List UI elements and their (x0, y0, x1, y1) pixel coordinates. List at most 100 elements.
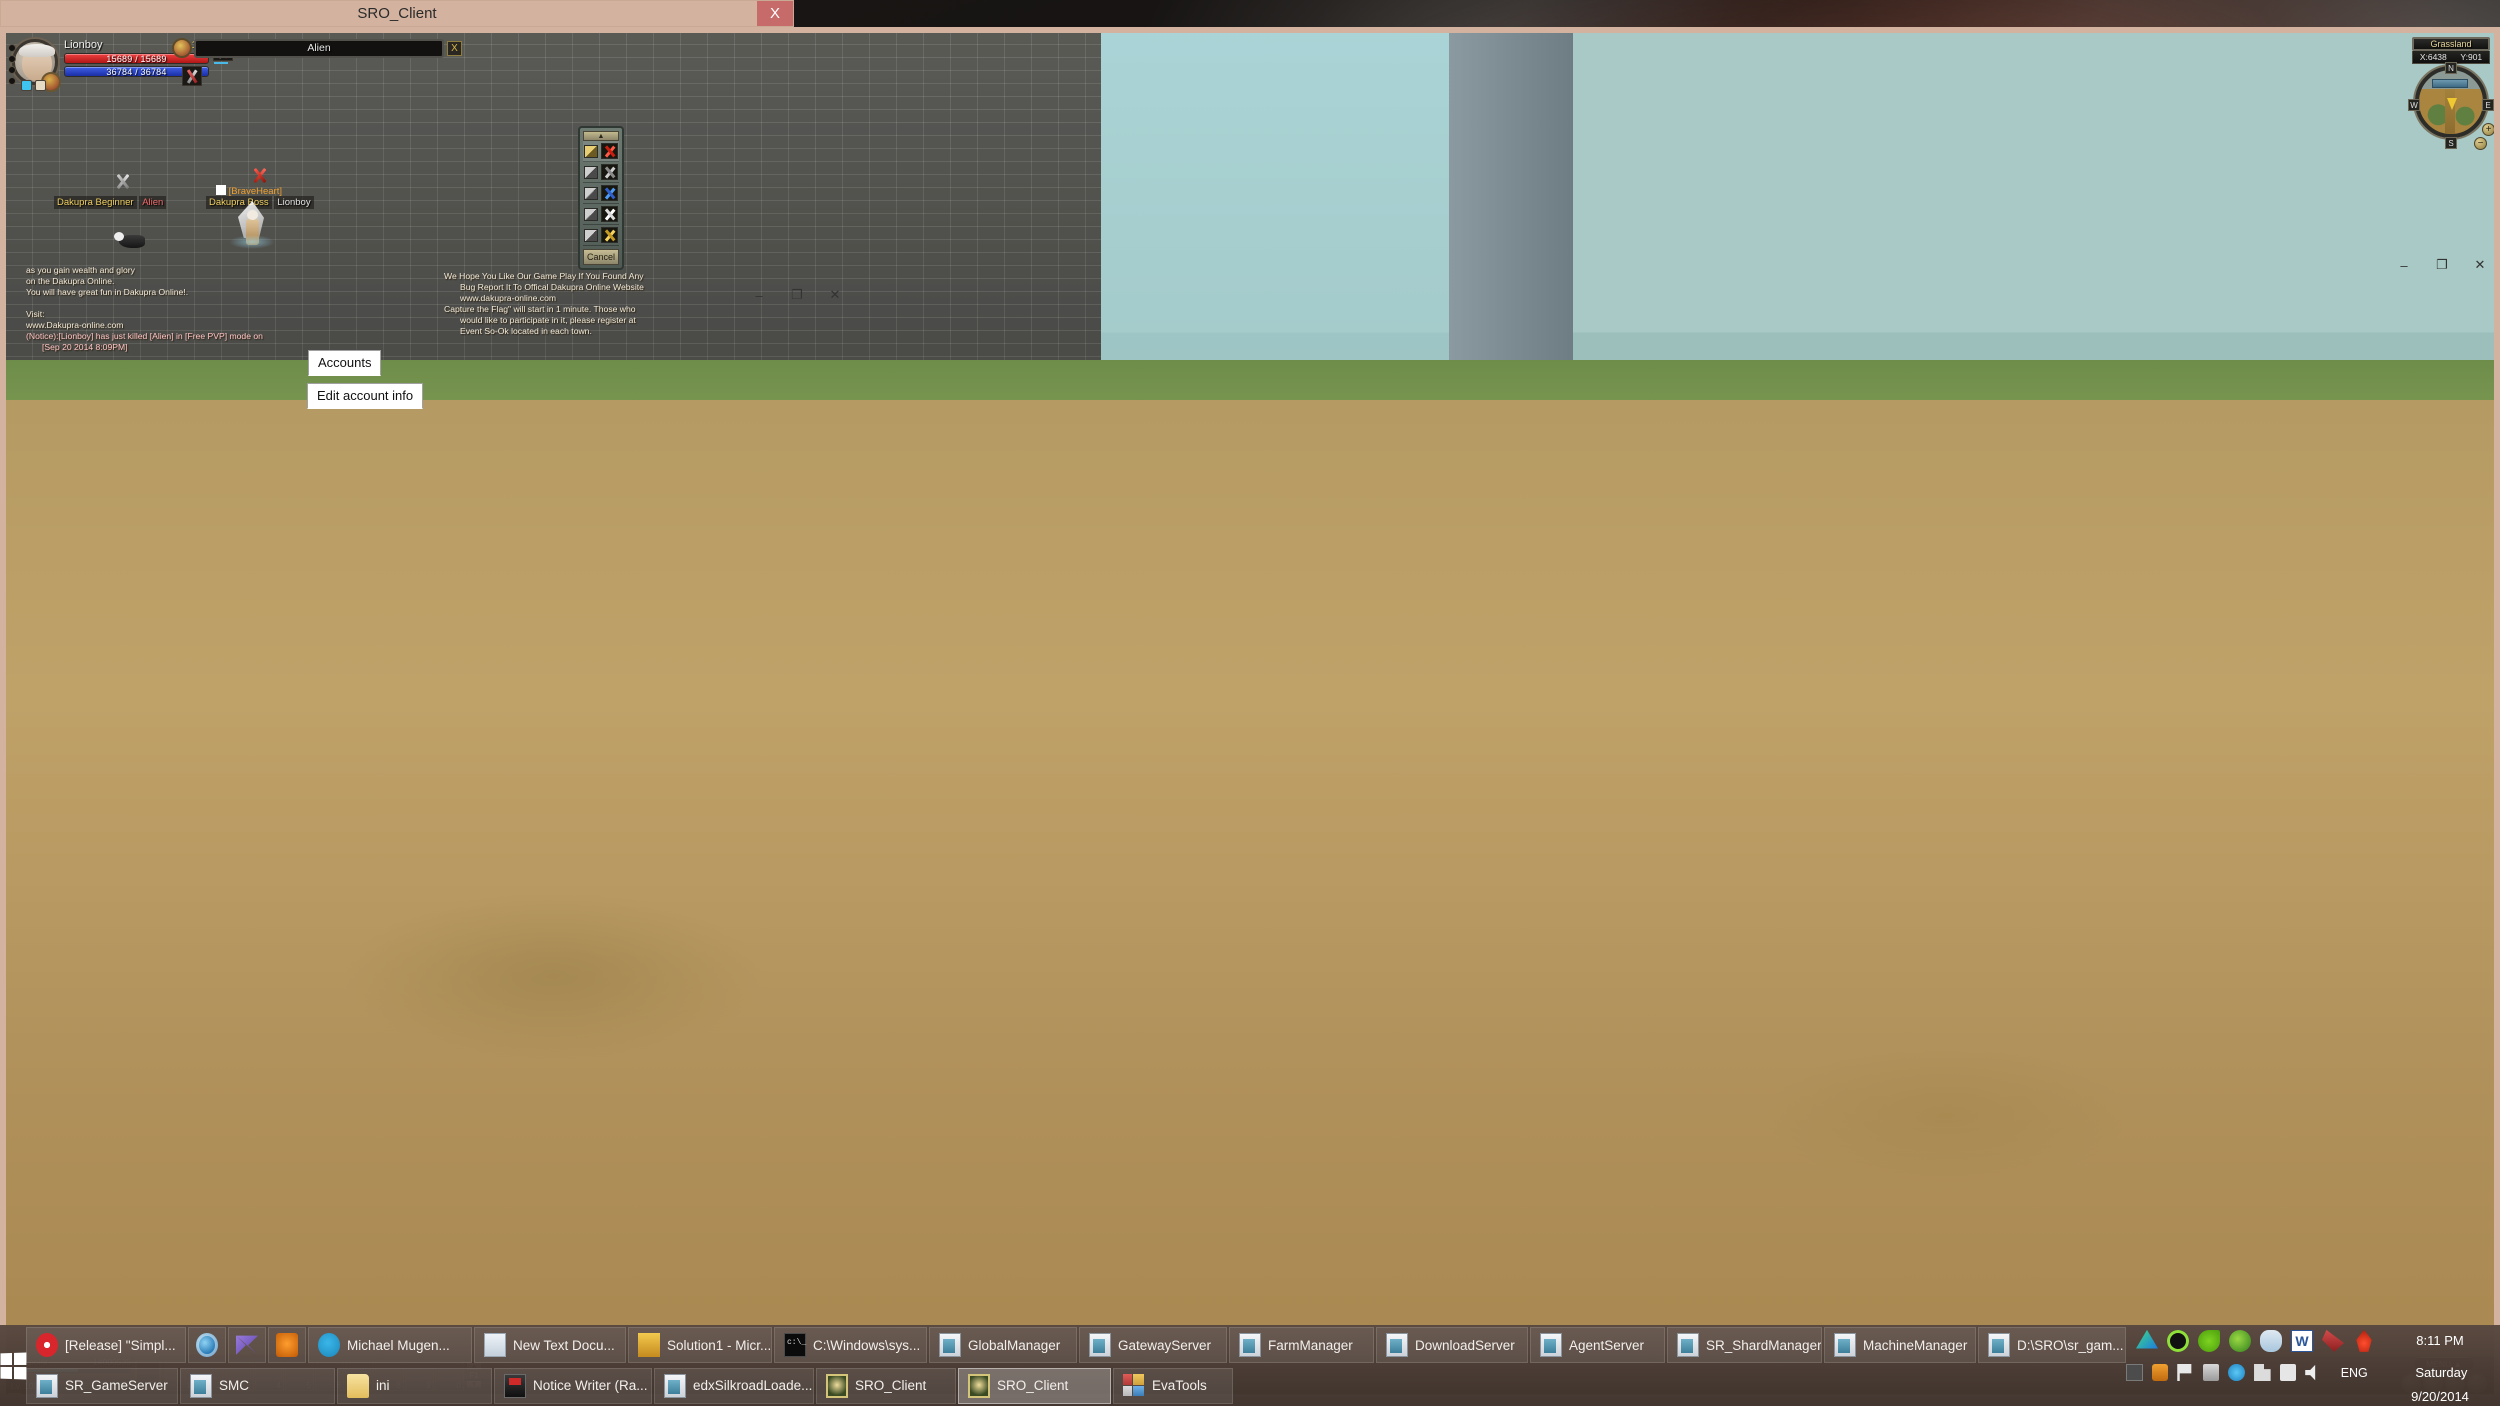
close-button[interactable]: ✕ (2461, 249, 2499, 281)
taskbar-item-opera[interactable]: [Release] "Simpl... (26, 1327, 186, 1364)
usb-icon[interactable] (2202, 1364, 2220, 1382)
pvp-mode-dialog[interactable]: ▲ Cancel (578, 126, 624, 270)
taskbar-item-michael-mugen[interactable]: Michael Mugen... (308, 1327, 472, 1364)
language-indicator[interactable]: ENG (2331, 1366, 2378, 1380)
taskbar-item-label: GatewayServer (1118, 1337, 1212, 1353)
pvp-mode-red-icon[interactable] (601, 143, 618, 159)
dialog-grabber[interactable]: ▲ (583, 131, 619, 141)
taskbar-item-machinemanager[interactable]: MachineManager (1824, 1327, 1976, 1364)
maximize-button[interactable]: ❐ (2423, 249, 2461, 281)
pet-sprite[interactable] (114, 232, 145, 248)
evatools-icon (1123, 1373, 1145, 1398)
google-drive-icon[interactable] (2136, 1329, 2158, 1349)
taskbar-item-gatewayserver[interactable]: GatewayServer (1079, 1327, 1227, 1364)
pvp-mode-row-gold[interactable] (583, 225, 619, 246)
minimap[interactable]: Grassland X:6438 Y:901 N W S E + − (2408, 37, 2494, 150)
sro-client-titlebar[interactable]: SRO_Client X (0, 0, 794, 27)
avatar[interactable] (8, 39, 61, 92)
antivirus-icon[interactable] (2151, 1364, 2169, 1382)
taskbar-item-agentserver[interactable]: AgentServer (1530, 1327, 1665, 1364)
internet-explorer-icon (196, 1333, 218, 1358)
close-button[interactable]: X (757, 1, 793, 26)
player-character-sprite[interactable] (229, 201, 275, 249)
pvp-mode-gold-icon[interactable] (601, 227, 618, 243)
minimize-button[interactable]: – (2385, 249, 2423, 281)
taskbar-item-label: EvaTools (1152, 1378, 1207, 1394)
pvp-toggle-icon[interactable] (584, 165, 598, 179)
taskbar-item-command-prompt[interactable]: C:\Windows\sys... (774, 1327, 927, 1364)
pvp-toggle-icon[interactable] (584, 186, 598, 200)
monitor-icon[interactable] (2279, 1364, 2297, 1382)
network-icon[interactable] (2254, 1364, 2271, 1382)
taskbar[interactable]: [Release] "Simpl... Michael Mugen... New… (0, 1325, 2500, 1406)
taskbar-item-sr-gameserver[interactable]: SR_GameServer (26, 1367, 178, 1404)
action-center-icon[interactable] (2177, 1364, 2192, 1382)
sro-client-window[interactable]: SRO_Client X Lionboy 15689 / 15689 36784… (0, 0, 2500, 1406)
clock-time[interactable]: 8:11 PM (2384, 1331, 2496, 1350)
safely-remove-icon[interactable] (2228, 1364, 2246, 1382)
word-icon[interactable]: W (2291, 1329, 2313, 1352)
game-viewport[interactable]: Lionboy Lv 100 15689 / 15689 36784 / 367… (6, 33, 2494, 1394)
paint-icon[interactable] (2322, 1329, 2344, 1352)
clock-day[interactable]: Saturday (2387, 1363, 2496, 1382)
chat-left-block: as you gain wealth and glory on the Daku… (26, 265, 263, 353)
taskbar-item-media-player[interactable] (228, 1327, 266, 1364)
pvp-mode-grey-icon[interactable] (601, 164, 618, 180)
taskbar-item-solution1[interactable]: Solution1 - Micr... (628, 1327, 772, 1364)
taskbar-item-label: [Release] "Simpl... (65, 1337, 176, 1353)
onedrive-icon[interactable] (2260, 1329, 2282, 1352)
taskbar-item-notice-writer[interactable]: Notice Writer (Ra... (494, 1367, 652, 1404)
taskbar-item-vlc[interactable] (268, 1327, 306, 1364)
pvp-mode-row-white[interactable] (583, 204, 619, 225)
taskbar-item-sro-client-1[interactable]: SRO_Client (816, 1367, 956, 1404)
pvp-toggle-icon[interactable] (584, 207, 598, 221)
window-icon (36, 1373, 58, 1398)
pvp-mode-white-icon[interactable] (601, 206, 618, 222)
taskbar-item-globalmanager[interactable]: GlobalManager (929, 1327, 1077, 1364)
minimap-zoom-in-button[interactable]: + (2482, 123, 2494, 136)
minimap-canvas[interactable] (2415, 66, 2487, 138)
maximize-button[interactable]: ❐ (778, 279, 816, 311)
pvp-toggle-icon[interactable] (584, 228, 598, 242)
taskbar-item-farmmanager[interactable]: FarmManager (1229, 1327, 1374, 1364)
close-button[interactable]: ✕ (816, 279, 854, 311)
pvp-mode-blue-icon[interactable] (601, 185, 618, 201)
pvp-badge-underline (214, 62, 228, 64)
quest-log-icon[interactable] (35, 80, 46, 91)
taskbar-item-sro-client-2[interactable]: SRO_Client (958, 1367, 1111, 1404)
taskbar-item-shardmanager[interactable]: SR_ShardManager (1667, 1327, 1822, 1364)
minimize-button[interactable]: – (740, 279, 778, 311)
pvp-mode-row-grey[interactable] (583, 162, 619, 183)
pvp-toggle-icon[interactable] (584, 144, 598, 158)
logitech-icon[interactable] (2167, 1329, 2189, 1352)
taskbar-item-smc[interactable]: SMC (180, 1367, 335, 1404)
update-icon[interactable] (2229, 1329, 2251, 1352)
system-tray[interactable]: W 8:11 PM ENG Saturday 9/20/2014 (2126, 1325, 2500, 1406)
taskbar-item-label: SRO_Client (997, 1378, 1069, 1394)
taskbar-item-downloadserver[interactable]: DownloadServer (1376, 1327, 1528, 1364)
volume-icon[interactable] (2305, 1364, 2316, 1381)
cancel-button[interactable]: Cancel (583, 249, 619, 265)
tab-accounts[interactable]: Accounts (308, 350, 382, 376)
media-player-icon (236, 1335, 258, 1355)
clock-date[interactable]: 9/20/2014 (2384, 1390, 2496, 1404)
minimap-zoom-out-button[interactable]: − (2474, 137, 2487, 150)
taskbar-item-label: C:\Windows\sys... (813, 1337, 921, 1353)
taskbar-item-new-text-document[interactable]: New Text Docu... (474, 1327, 626, 1364)
pvp-mode-row-blue[interactable] (583, 183, 619, 204)
target-close-button[interactable]: X (447, 40, 462, 56)
show-hidden-icons-button[interactable] (2126, 1364, 2143, 1382)
taskbar-item-sr-gam-path[interactable]: D:\SRO\sr_gam... (1978, 1327, 2126, 1364)
subtab-edit-account-info[interactable]: Edit account info (307, 383, 424, 409)
chat-line: www.dakupra-online.com (460, 293, 557, 303)
taskbar-item-ini[interactable]: ini (337, 1367, 492, 1404)
opera-icon (36, 1333, 58, 1358)
buff-slots-icon (8, 44, 16, 88)
start-button[interactable] (0, 1325, 27, 1406)
shield-green-icon[interactable] (2198, 1329, 2220, 1352)
taskbar-item-internet-explorer[interactable] (188, 1327, 226, 1364)
taskbar-item-edxsilkroadloader[interactable]: edxSilkroadLoade... (654, 1367, 814, 1404)
flame-icon[interactable] (2356, 1329, 2372, 1352)
pvp-mode-row-red[interactable] (583, 141, 619, 162)
taskbar-item-evatools[interactable]: EvaTools (1113, 1367, 1233, 1404)
